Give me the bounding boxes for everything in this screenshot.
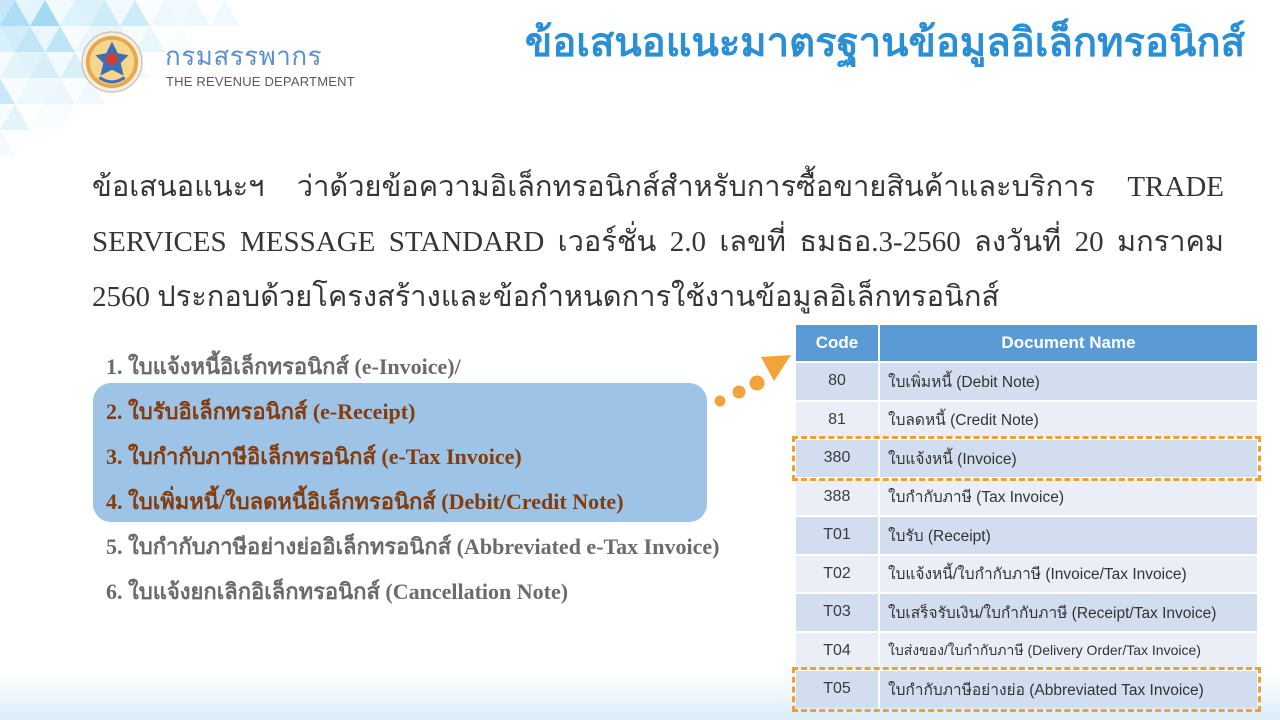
document-list-item: 4. ใบเพิ่มหนี้/ใบลดหนี้อิเล็กทรอนิกส์ (D… <box>106 489 624 514</box>
table-row: T03 ใบเสร็จรับเงิน/ใบกำกับภาษี (Receipt/… <box>796 594 1257 631</box>
table-row: T04 ใบส่งของ/ใบกำกับภาษี (Delivery Order… <box>796 632 1257 669</box>
document-list-item: 1. ใบแจ้งหนี้อิเล็กทรอนิกส์ (e-Invoice)/ <box>106 354 461 379</box>
code-cell: 81 <box>796 401 878 438</box>
document-list-item: 3. ใบกำกับภาษีอิเล็กทรอนิกส์ (e-Tax Invo… <box>106 444 522 469</box>
code-cell: 80 <box>796 363 878 400</box>
table-row: 80 ใบเพิ่มหนี้ (Debit Note) <box>796 363 1257 400</box>
document-name-cell: ใบลดหนี้ (Credit Note) <box>880 401 1257 438</box>
code-cell: T01 <box>796 517 878 554</box>
table-row: T01 ใบรับ (Receipt) <box>796 517 1257 554</box>
code-cell: T02 <box>796 555 878 592</box>
arrow-dot <box>749 375 765 391</box>
code-cell: T04 <box>796 632 878 669</box>
intro-paragraph: ข้อเสนอแนะฯ ว่าด้วยข้อความอิเล็กทรอนิกส์… <box>92 171 1224 313</box>
document-name-cell: ใบแจ้งหนี้/ใบกำกับภาษี (Invoice/Tax Invo… <box>880 555 1257 592</box>
column-header-document-name: Document Name <box>880 325 1257 361</box>
dotted-arrow-icon <box>714 355 791 407</box>
document-name-cell: ใบกำกับภาษีอย่างย่อ (Abbreviated Tax Inv… <box>880 671 1257 708</box>
revenue-department-logo <box>81 31 143 93</box>
document-type-list: 1. ใบแจ้งหนี้อิเล็กทรอนิกส์ (e-Invoice)/… <box>106 344 719 614</box>
table-row: T05 ใบกำกับภาษีอย่างย่อ (Abbreviated Tax… <box>792 667 1261 712</box>
code-cell: T05 <box>796 671 878 708</box>
document-list-item: 6. ใบแจ้งยกเลิกอิเล็กทรอนิกส์ (Cancellat… <box>106 579 569 604</box>
table-row: T02 ใบแจ้งหนี้/ใบกำกับภาษี (Invoice/Tax … <box>796 555 1257 592</box>
document-name-cell: ใบรับ (Receipt) <box>880 517 1257 554</box>
page-title: ข้อเสนอแนะมาตรฐานข้อมูลอิเล็กทรอนิกส์ <box>524 20 1245 65</box>
code-cell: 388 <box>796 478 878 515</box>
slide: กรมสรรพากร THE REVENUE DEPARTMENT ข้อเสน… <box>0 0 1280 720</box>
arrow-dot <box>732 385 746 399</box>
table-row: 388 ใบกำกับภาษี (Tax Invoice) <box>796 478 1257 515</box>
org-name-english: THE REVENUE DEPARTMENT <box>166 74 355 89</box>
arrow-dot <box>714 395 726 407</box>
code-cell: 380 <box>796 440 878 477</box>
code-cell: T03 <box>796 594 878 631</box>
document-name-cell: ใบเพิ่มหนี้ (Debit Note) <box>880 363 1257 400</box>
table-row: 81 ใบลดหนี้ (Credit Note) <box>796 401 1257 438</box>
document-name-cell: ใบเสร็จรับเงิน/ใบกำกับภาษี (Receipt/Tax … <box>880 594 1257 631</box>
document-code-table: Code Document Name 80 ใบเพิ่มหนี้ (Debit… <box>792 325 1261 712</box>
table-row: 380 ใบแจ้งหนี้ (Invoice) <box>792 436 1261 481</box>
document-list-item: 5. ใบกำกับภาษีอย่างย่ออิเล็กทรอนิกส์ (Ab… <box>106 534 720 559</box>
column-header-code: Code <box>796 325 878 361</box>
table-header-row: Code Document Name <box>796 325 1257 361</box>
document-name-cell: ใบกำกับภาษี (Tax Invoice) <box>880 478 1257 515</box>
arrow-head <box>761 355 791 381</box>
org-name-thai: กรมสรรพากร <box>165 42 323 72</box>
document-list-item: 2. ใบรับอิเล็กทรอนิกส์ (e-Receipt) <box>106 399 416 424</box>
document-name-cell: ใบแจ้งหนี้ (Invoice) <box>880 440 1257 477</box>
document-name-cell: ใบส่งของ/ใบกำกับภาษี (Delivery Order/Tax… <box>880 632 1257 669</box>
